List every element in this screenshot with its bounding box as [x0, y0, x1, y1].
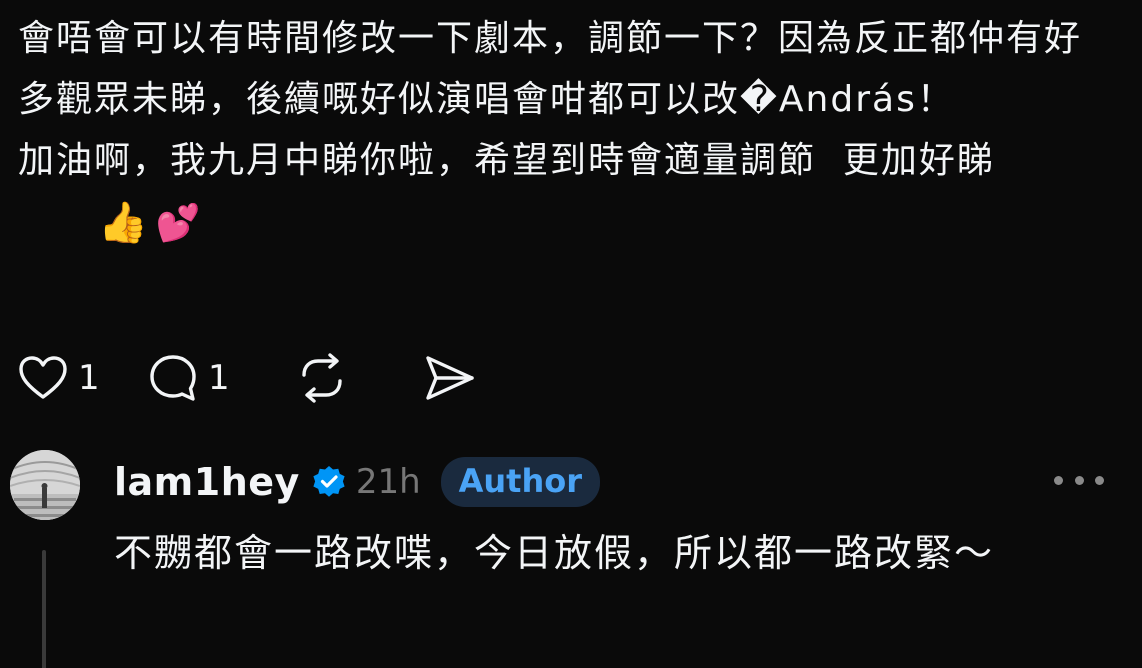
heart-icon — [19, 356, 67, 399]
avatar[interactable] — [10, 450, 80, 520]
send-icon — [426, 356, 474, 400]
post-paragraph: 加油啊，我九月中睇你啦，希望到時會適量調節 更加好睇 👍 💕 — [18, 130, 1108, 254]
two-hearts-emoji: 💕 — [155, 202, 203, 244]
comment-icon — [150, 355, 196, 401]
reply-button[interactable]: 1 — [148, 353, 296, 403]
like-button[interactable]: 1 — [18, 355, 148, 401]
author-badge: Author — [440, 457, 601, 507]
reply-comment: lam1hey 21h Author 不嬲都會一路改喋，今日放假，所以都一路改緊… — [0, 444, 1142, 668]
post-actions: 1 1 — [18, 352, 484, 404]
more-options-icon[interactable] — [1054, 468, 1104, 492]
thread-line — [42, 550, 46, 668]
more-dot — [1074, 475, 1084, 485]
reply-count: 1 — [208, 358, 230, 398]
timestamp: 21h — [355, 462, 421, 502]
thread-page: 會唔會可以有時間修改一下劇本，調節一下？因為反正都仲有好多觀眾未睇，後續嘅好似演… — [0, 0, 1142, 668]
share-button[interactable] — [424, 354, 484, 402]
post-paragraph: 會唔會可以有時間修改一下劇本，調節一下？因為反正都仲有好多觀眾未睇，後續嘅好似演… — [18, 18, 1083, 120]
emoji-group: 👍 💕 — [98, 193, 203, 254]
post-paragraph-text: 加油啊，我九月中睇你啦，希望到時會適量調節 更加好睇 — [18, 140, 995, 181]
avatar-image — [10, 450, 80, 520]
reply-header: lam1hey 21h Author — [114, 454, 601, 510]
more-dot — [1095, 475, 1104, 485]
like-count: 1 — [78, 358, 100, 398]
reply-text: 不嬲都會一路改喋，今日放假，所以都一路改緊～ — [114, 531, 995, 575]
thumbs-up-emoji: 👍 — [98, 199, 150, 246]
repost-icon — [302, 353, 342, 403]
more-dot — [1054, 475, 1063, 485]
repost-button[interactable] — [296, 353, 424, 403]
post-body: 會唔會可以有時間修改一下劇本，調節一下？因為反正都仲有好多觀眾未睇，後續嘅好似演… — [18, 8, 1108, 254]
verified-badge-icon — [312, 465, 346, 499]
username[interactable]: lam1hey — [114, 460, 300, 504]
